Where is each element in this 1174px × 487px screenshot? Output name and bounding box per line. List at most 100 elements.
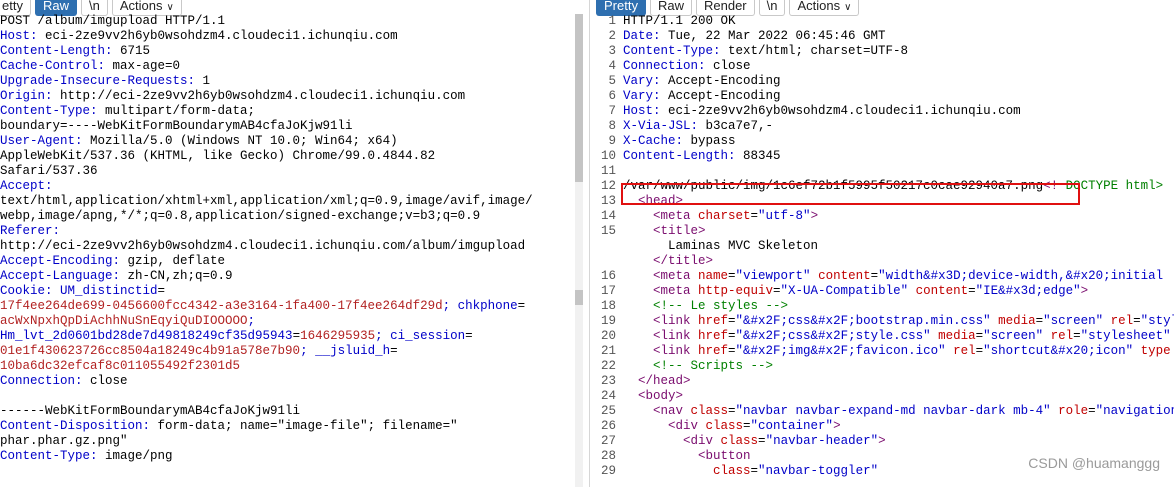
line-number <box>592 254 623 269</box>
response-line: 26 <div class="container"> <box>592 419 1174 434</box>
request-line: Upgrade-Insecure-Requests: 1 <box>0 74 572 89</box>
response-line: 20 <link href="&#x2F;css&#x2F;style.css"… <box>592 329 1174 344</box>
line-code: <!-- Scripts --> <box>623 359 773 374</box>
request-line: Hm_lvt_2d0601bd28de7d49818249cf35d95943=… <box>0 329 572 344</box>
line-code: <div class="navbar-header"> <box>623 434 886 449</box>
response-editor[interactable]: 1 HTTP/1.1 200 OK 2 Date: Tue, 22 Mar 2022 … <box>592 14 1174 487</box>
code-token: <link <box>623 344 699 358</box>
scrollbar-thumb-secondary[interactable] <box>575 290 583 305</box>
code-token: = <box>758 434 766 448</box>
code-token: Accept-Encoding <box>668 89 781 103</box>
code-token: = <box>1073 329 1081 343</box>
code-token: "shortcut&#x20;icon" <box>983 344 1134 358</box>
line-number: 27 <box>600 434 616 448</box>
code-token: <nav <box>623 404 691 418</box>
cookie-key: ; ci_session <box>375 329 466 343</box>
line-code: class="navbar-toggler" <box>623 464 878 479</box>
code-token: Connection: <box>623 59 714 73</box>
response-line: 6 Vary: Accept-Encoding <box>592 89 1174 104</box>
line-code: <meta charset="utf-8"> <box>623 209 818 224</box>
line-number: 8 <box>608 119 616 133</box>
code-token: text/html; charset=UTF-8 <box>728 44 909 58</box>
code-token: "navbar-toggler" <box>758 464 879 478</box>
line-number: 19 <box>600 314 616 328</box>
header-value: multipart/form-data; <box>105 104 256 118</box>
request-line: User-Agent: Mozilla/5.0 (Windows NT 10.0… <box>0 134 572 149</box>
response-line: Laminas MVC Skeleton <box>592 239 1174 254</box>
response-line: 4 Connection: close <box>592 59 1174 74</box>
code-token: > <box>833 419 841 433</box>
code-token: > <box>810 209 819 223</box>
request-toolbar: etty Raw \n Actions ∨ <box>0 0 186 16</box>
code-token: charset <box>698 209 751 223</box>
header-name: User-Agent: <box>0 134 91 148</box>
code-token: close <box>713 59 751 73</box>
actions-label: Actions <box>119 0 163 13</box>
line-code: Date: Tue, 22 Mar 2022 06:45:46 GMT <box>623 29 886 44</box>
line-text: Safari/537.36 <box>0 164 98 178</box>
code-token: "screen" <box>983 329 1044 343</box>
chevron-down-icon: ∨ <box>844 2 852 13</box>
highlight-box <box>621 183 1080 205</box>
response-line: 27 <div class="navbar-header"> <box>592 434 1174 449</box>
request-line: 01e1f430623726cc8504a18249c4b91a578e7b90… <box>0 344 572 359</box>
code-token: content <box>908 284 969 298</box>
request-line: ------WebKitFormBoundarymAB4cfaJoKjw91li <box>0 404 572 419</box>
code-token: X-Cache: <box>623 134 691 148</box>
request-line: Cookie: UM_distinctid= <box>0 284 572 299</box>
code-token: rel <box>1103 314 1134 328</box>
code-token: href <box>698 344 729 358</box>
line-text: boundary=----WebKitFormBoundarymAB4cfaJo… <box>0 119 353 133</box>
line-code: <link href="&#x2F;css&#x2F;bootstrap.min… <box>623 314 1174 329</box>
header-name: Connection: <box>0 374 91 388</box>
request-line: webp,image/apng,*/*;q=0.8,application/si… <box>0 209 572 224</box>
line-code: <meta http-equiv="X-UA-Compatible" conte… <box>623 284 1088 299</box>
line-number: 6 <box>608 89 616 103</box>
response-line: 16 <meta name="viewport" content="width&… <box>592 269 1174 284</box>
header-name: Referer: <box>0 224 68 238</box>
line-number: 29 <box>600 464 616 478</box>
line-code: <div class="container"> <box>623 419 841 434</box>
code-token: = <box>750 209 759 223</box>
code-token: = <box>870 269 879 283</box>
header-value: max-age=0 <box>112 59 181 73</box>
request-line: 10ba6dc32efcaf8c011055492f2301d5 <box>0 359 572 374</box>
pane-divider[interactable] <box>589 0 590 487</box>
code-token: "screen" <box>1043 314 1104 328</box>
line-number: 22 <box>600 359 616 373</box>
response-line: 7 Host: eci-2ze9vv2h6yb0wsohdzm4.cloudeci… <box>592 104 1174 119</box>
code-token: content <box>810 269 871 283</box>
code-token: = <box>1088 404 1096 418</box>
code-token: HTTP/1.1 200 OK <box>623 14 736 28</box>
request-line: Accept-Encoding: gzip, deflate <box>0 254 572 269</box>
line-code: X-Via-JSL: b3ca7e7,- <box>623 119 773 134</box>
code-token: Tue, 22 Mar 2022 06:45:46 GMT <box>668 29 886 43</box>
header-value: zh-CN,zh;q=0.9 <box>127 269 233 283</box>
request-line: Safari/537.36 <box>0 164 572 179</box>
scrollbar-thumb[interactable] <box>575 14 583 182</box>
code-token: "navigation <box>1095 404 1174 418</box>
code-token: Content-Length: <box>623 149 744 163</box>
code-token: "IE&#x3d;edge" <box>975 284 1081 298</box>
code-token: href <box>698 329 729 343</box>
request-editor[interactable]: POST /album/imgupload HTTP/1.1 Host: eci-… <box>0 14 572 487</box>
line-code: </title> <box>623 254 713 269</box>
code-token: <link <box>623 314 699 328</box>
code-token: "width&#x3D;device-width,&#x20;initial <box>878 269 1164 283</box>
request-scrollbar[interactable] <box>575 14 583 487</box>
line-number: 5 <box>608 74 616 88</box>
line-code: Content-Type: text/html; charset=UTF-8 <box>623 44 908 59</box>
response-line: 25 <nav class="navbar navbar-expand-md n… <box>592 404 1174 419</box>
line-number: 12 <box>600 179 616 193</box>
code-token: Content-Type: <box>623 44 729 58</box>
cookie-key: Cookie: <box>0 284 61 298</box>
header-value: image/png <box>105 449 173 463</box>
response-line: 8 X-Via-JSL: b3ca7e7,- <box>592 119 1174 134</box>
code-token: = <box>728 314 736 328</box>
header-name: Accept-Encoding: <box>0 254 128 268</box>
code-token: = <box>975 344 984 358</box>
code-token: <link <box>623 329 699 343</box>
code-token: "&#x2F;img&#x2F;favicon.ico" <box>735 344 946 358</box>
code-token: = <box>1035 314 1044 328</box>
line-code: Vary: Accept-Encoding <box>623 74 781 89</box>
